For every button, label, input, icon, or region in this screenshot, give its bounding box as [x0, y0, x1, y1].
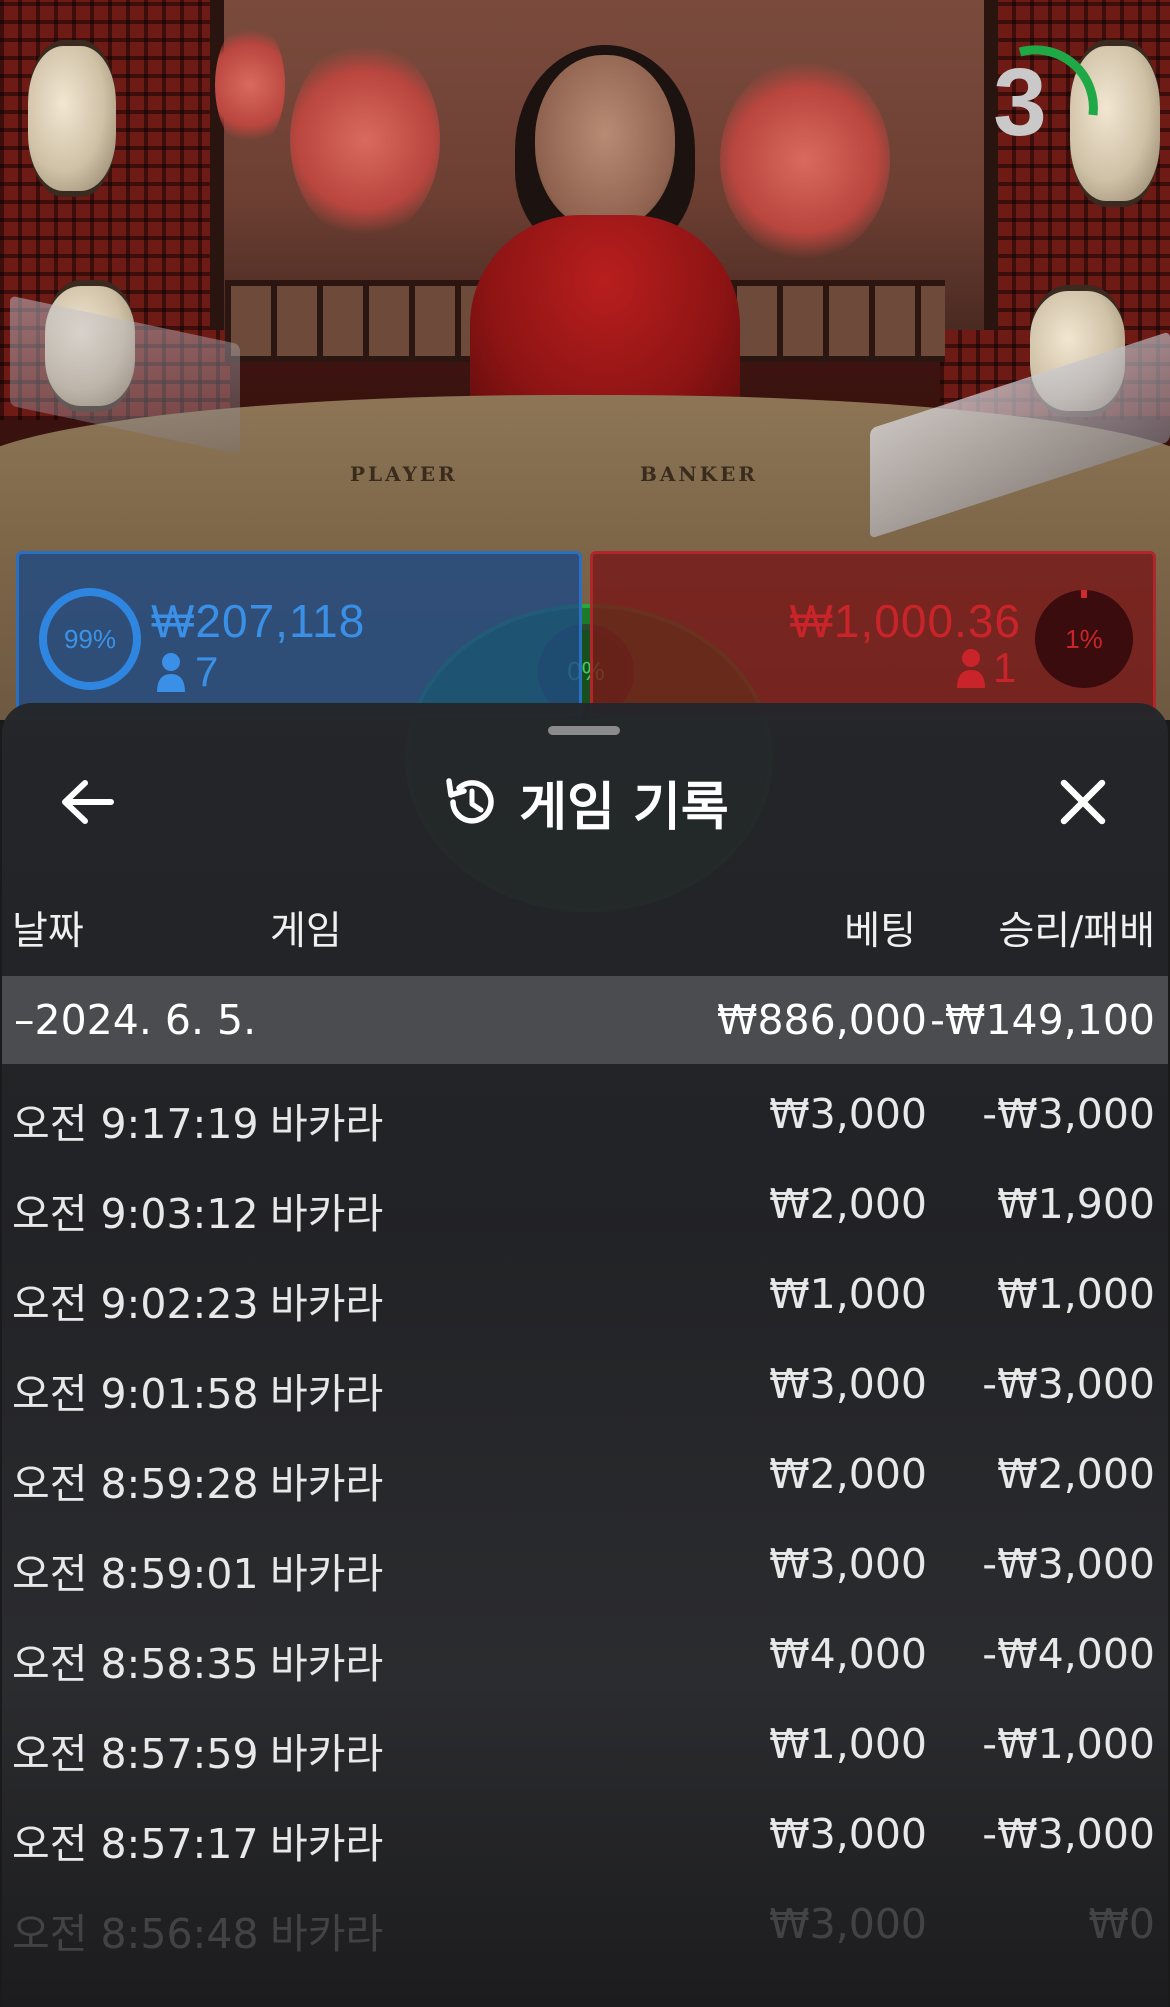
row-game: 바카라	[270, 1280, 384, 1328]
row-bet: ₩3,000	[769, 1540, 927, 1588]
history-row[interactable]: 오전 8:57:17 바카라 ₩3,000 -₩3,000	[0, 1794, 1170, 1884]
history-row[interactable]: 오전 8:57:59 바카라 ₩1,000 -₩1,000	[0, 1704, 1170, 1794]
row-result: -₩3,000	[982, 1090, 1155, 1138]
close-icon	[1060, 779, 1106, 825]
row-time: 오전 8:57:59	[12, 1730, 259, 1778]
banker-percent: 1%	[1065, 624, 1103, 654]
row-time: 오전 9:01:58	[12, 1370, 259, 1418]
close-button[interactable]	[1043, 762, 1123, 842]
row-result: -₩3,000	[982, 1540, 1155, 1588]
history-row[interactable]: 오전 9:17:19 바카라 ₩3,000 -₩3,000	[0, 1074, 1170, 1164]
row-time: 오전 8:57:17	[12, 1820, 259, 1868]
row-game: 바카라	[270, 1190, 384, 1238]
row-time: 오전 8:58:35	[12, 1640, 259, 1688]
history-row[interactable]: 오전 9:01:58 바카라 ₩3,000 -₩3,000	[0, 1344, 1170, 1434]
row-game: 바카라	[270, 1730, 384, 1778]
row-result: ₩1,900	[997, 1180, 1155, 1228]
row-game: 바카라	[270, 1910, 384, 1958]
dealer-face	[535, 55, 675, 230]
history-row[interactable]: 오전 8:59:01 바카라 ₩3,000 -₩3,000	[0, 1524, 1170, 1614]
sheet-drag-handle[interactable]	[548, 726, 620, 735]
player-bet-amount: ₩207,118	[151, 595, 366, 647]
history-row[interactable]: 오전 8:59:28 바카라 ₩2,000 ₩2,000	[0, 1434, 1170, 1524]
date-group-total-result: -₩149,100	[930, 996, 1155, 1044]
row-result: -₩3,000	[982, 1360, 1155, 1408]
row-time: 오전 9:17:19	[12, 1100, 259, 1148]
row-time: 오전 8:59:28	[12, 1460, 259, 1508]
sheet-header: 게임 기록	[0, 762, 1170, 842]
row-bet: ₩1,000	[769, 1270, 927, 1318]
row-game: 바카라	[270, 1460, 384, 1508]
row-game: 바카라	[270, 1550, 384, 1598]
blossom-decoration	[215, 20, 285, 150]
countdown-timer: 3	[985, 40, 1105, 170]
row-result: -₩3,000	[982, 1810, 1155, 1858]
row-time: 오전 9:03:12	[12, 1190, 259, 1238]
blossom-decoration	[290, 40, 440, 240]
row-result: ₩0	[1088, 1900, 1155, 1948]
row-bet: ₩2,000	[769, 1450, 927, 1498]
banker-bet-amount: ₩1,000.36	[789, 595, 1021, 647]
date-group-row[interactable]: –2024. 6. 5. ₩886,000 -₩149,100	[2, 976, 1168, 1064]
row-result: -₩1,000	[982, 1720, 1155, 1768]
date-group-total-bet: ₩886,000	[716, 996, 927, 1044]
row-game: 바카라	[270, 1820, 384, 1868]
row-result: ₩2,000	[997, 1450, 1155, 1498]
row-time: 오전 8:59:01	[12, 1550, 259, 1598]
history-clock-icon	[446, 778, 494, 824]
row-result: -₩4,000	[982, 1630, 1155, 1678]
row-game: 바카라	[270, 1640, 384, 1688]
banker-count: 1	[993, 644, 1017, 691]
history-row[interactable]: 오전 9:03:12 바카라 ₩2,000 ₩1,900	[0, 1164, 1170, 1254]
column-header-bet: 베팅	[844, 909, 916, 954]
history-row[interactable]: 오전 9:02:23 바카라 ₩1,000 ₩1,000	[0, 1254, 1170, 1344]
banker-count-user-icon	[957, 649, 985, 688]
row-bet: ₩3,000	[769, 1090, 927, 1138]
player-percent: 99%	[63, 624, 117, 654]
row-bet: ₩3,000	[769, 1810, 927, 1858]
sheet-title: 게임 기록	[519, 777, 729, 838]
timer-value: 3	[993, 49, 1047, 156]
row-result: ₩1,000	[997, 1270, 1155, 1318]
row-time: 오전 9:02:23	[12, 1280, 259, 1328]
row-game: 바카라	[270, 1100, 384, 1148]
column-header-date: 날짜	[12, 909, 84, 954]
column-header-game: 게임	[270, 909, 342, 954]
history-list: 오전 9:17:19 바카라 ₩3,000 -₩3,000 오전 9:03:12…	[0, 1074, 1170, 1974]
bet-spot-player[interactable]: 99% ₩207,118 7	[16, 551, 582, 717]
column-header-result: 승리/패배	[998, 909, 1155, 954]
player-count: 7	[195, 648, 219, 695]
row-bet: ₩4,000	[769, 1630, 927, 1678]
history-row[interactable]: 오전 8:58:35 바카라 ₩4,000 -₩4,000	[0, 1614, 1170, 1704]
row-bet: ₩1,000	[769, 1720, 927, 1768]
table-label-player: PLAYER	[350, 462, 458, 486]
player-count-user-icon	[157, 653, 185, 692]
row-bet: ₩2,000	[769, 1180, 927, 1228]
bet-spot-banker[interactable]: ₩1,000.36 1 1%	[590, 551, 1156, 717]
table-label-banker: BANKER	[640, 462, 758, 486]
blossom-decoration	[720, 60, 890, 260]
lantern-decoration	[28, 40, 116, 197]
history-row[interactable]: 오전 8:56:48 바카라 ₩3,000 ₩0	[0, 1884, 1170, 1974]
row-time: 오전 8:56:48	[12, 1910, 259, 1958]
row-bet: ₩3,000	[769, 1360, 927, 1408]
date-group-label: –2024. 6. 5.	[14, 996, 257, 1044]
row-bet: ₩3,000	[769, 1900, 927, 1948]
row-game: 바카라	[270, 1370, 384, 1418]
